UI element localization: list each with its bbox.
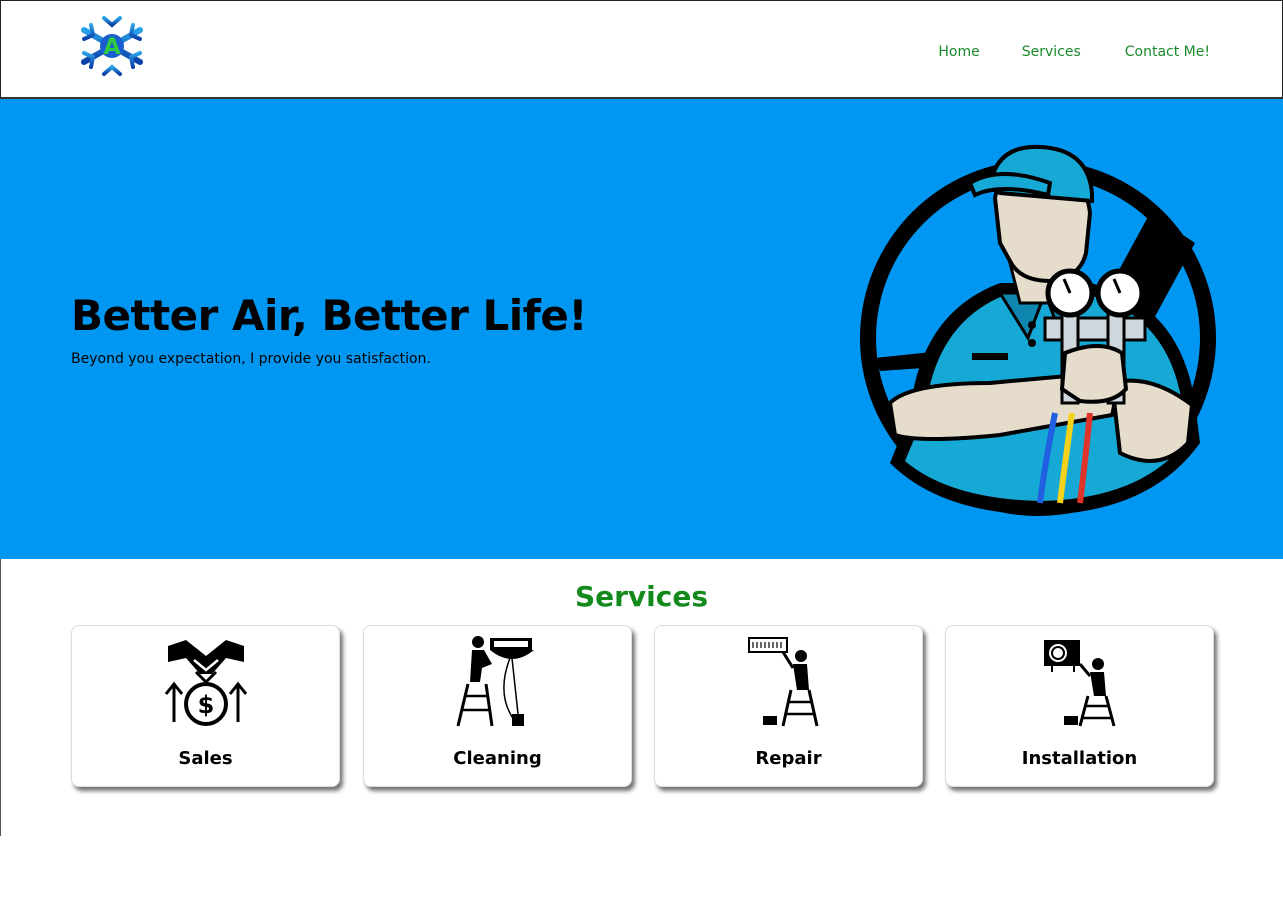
service-card-installation[interactable]: Installation [945, 625, 1214, 787]
hero-subtitle: Beyond you expectation, I provide you sa… [71, 351, 431, 367]
nav-home-link[interactable]: Home [938, 44, 979, 60]
service-card-label: Installation [1021, 748, 1138, 769]
service-card-label: Repair [755, 748, 822, 769]
page: A Home Services Contact Me! Better Air, … [0, 0, 1283, 916]
logo-letter: A [103, 35, 120, 60]
ac-cleaning-icon [456, 636, 534, 727]
handshake-money-icon: $ [164, 640, 247, 726]
hero-title: Better Air, Better Life! [71, 291, 588, 340]
site-header: A Home Services Contact Me! [0, 0, 1283, 99]
service-card-cleaning[interactable]: Cleaning [363, 625, 632, 787]
main-nav: Home Services Contact Me! [938, 44, 1210, 60]
technician-with-gauges-icon [860, 144, 1216, 516]
services-heading: Services [574, 580, 709, 613]
service-card-label: Sales [178, 748, 233, 769]
service-card-repair[interactable]: Repair [654, 625, 923, 787]
service-card-sales[interactable]: $ Sales [71, 625, 340, 787]
snowflake-logo-icon[interactable]: A [79, 10, 145, 82]
hero-section: Better Air, Better Life! Beyond you expe… [0, 99, 1283, 559]
ac-repair-icon [747, 637, 818, 727]
nav-services-link[interactable]: Services [1022, 44, 1081, 60]
nav-contact-link[interactable]: Contact Me! [1125, 44, 1210, 60]
ac-installation-icon [1043, 640, 1115, 727]
service-card-label: Cleaning [453, 748, 542, 769]
svg-text:$: $ [197, 691, 214, 719]
